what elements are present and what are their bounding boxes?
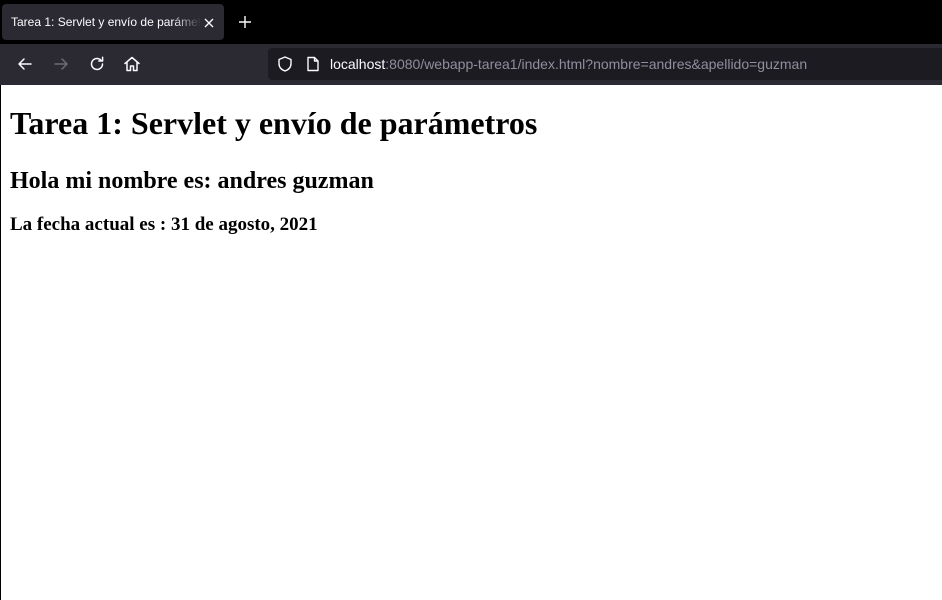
- navigation-toolbar: localhost:8080/webapp-tarea1/index.html?…: [0, 44, 942, 85]
- tab-strip: Tarea 1: Servlet y envío de parámetros: [0, 0, 942, 44]
- arrow-left-icon[interactable]: [15, 54, 35, 74]
- close-icon[interactable]: [202, 15, 216, 29]
- shield-icon[interactable]: [276, 55, 294, 73]
- greeting-heading: Hola mi nombre es: andres guzman: [10, 168, 374, 194]
- plus-icon[interactable]: [236, 13, 254, 31]
- reload-icon[interactable]: [87, 54, 107, 74]
- url-text[interactable]: localhost:8080/webapp-tarea1/index.html?…: [330, 56, 807, 72]
- address-bar[interactable]: localhost:8080/webapp-tarea1/index.html?…: [268, 48, 942, 80]
- home-icon[interactable]: [122, 54, 142, 74]
- browser-window: Tarea 1: Servlet y envío de parámetros l…: [0, 0, 942, 600]
- page-title: Tarea 1: Servlet y envío de parámetros: [10, 105, 538, 141]
- date-heading: La fecha actual es : 31 de agosto, 2021: [10, 214, 318, 235]
- page-content: Tarea 1: Servlet y envío de parámetros H…: [0, 85, 942, 600]
- url-host: localhost: [330, 56, 386, 72]
- tab-title: Tarea 1: Servlet y envío de parámetros: [11, 15, 201, 29]
- tab-active[interactable]: Tarea 1: Servlet y envío de parámetros: [2, 4, 224, 40]
- url-path: :8080/webapp-tarea1/index.html?nombre=an…: [385, 56, 808, 72]
- arrow-right-icon[interactable]: [51, 54, 71, 74]
- page-icon[interactable]: [304, 55, 322, 73]
